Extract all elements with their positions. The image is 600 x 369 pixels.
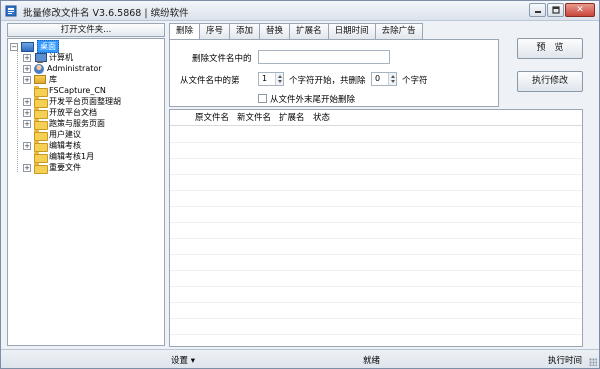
tree-item-desktop[interactable]: − 桌面: [10, 40, 59, 53]
table-header: 原文件名 新文件名 扩展名 状态: [170, 110, 582, 126]
tree-item-editor-review-jan[interactable]: 编辑考核1月: [34, 151, 95, 163]
tree-item-label: 编辑考核1月: [49, 152, 95, 161]
tab-remove-ads[interactable]: 去除广告: [374, 23, 423, 39]
resize-grip-icon[interactable]: [589, 358, 597, 366]
tree-item-administrator[interactable]: + Administrator: [23, 63, 102, 74]
expand-icon[interactable]: +: [23, 53, 31, 62]
user-icon: [34, 63, 44, 74]
open-folder-button[interactable]: 打开文件夹...: [7, 23, 165, 37]
tree-item-label: 用户建议: [49, 130, 81, 139]
folder-icon: [34, 141, 48, 152]
tree-item-policy-pages[interactable]: + 跑策与服务页面: [23, 118, 105, 130]
from-end-checkbox-label[interactable]: 从文件外末尾开始删除: [270, 93, 355, 105]
tab-add[interactable]: 添加: [229, 23, 261, 39]
expand-icon[interactable]: +: [23, 64, 31, 73]
from-position-label: 从文件名中的第: [180, 76, 240, 86]
folder-tree[interactable]: − 桌面 + 计算机 + Administrator + 库 FSCapture…: [7, 38, 165, 346]
tree-item-label: 库: [49, 75, 57, 84]
exec-time-text: 执行时间: [548, 356, 583, 366]
tree-item-label: Administrator: [47, 64, 102, 73]
tab-extension[interactable]: 扩展名: [289, 23, 329, 39]
settings-menu[interactable]: 设置 ▾: [171, 354, 195, 366]
close-button[interactable]: ✕: [565, 3, 595, 17]
maximize-icon: [551, 6, 560, 14]
tab-delete[interactable]: 删除: [169, 23, 201, 40]
tree-item-label: 计算机: [49, 53, 73, 62]
library-icon: [34, 75, 46, 84]
tab-replace[interactable]: 替换: [259, 23, 291, 39]
close-icon: ✕: [576, 4, 584, 15]
column-original-name[interactable]: 原文件名: [192, 110, 234, 126]
status-text: 就绪: [363, 356, 381, 366]
tree-item-library[interactable]: + 库: [23, 74, 57, 85]
expand-icon[interactable]: +: [23, 119, 31, 128]
minimize-button[interactable]: [529, 3, 546, 17]
tab-datetime[interactable]: 日期时间: [327, 23, 376, 39]
stepper-arrows-icon[interactable]: [388, 73, 396, 85]
count-suffix-label: 个字符: [402, 76, 428, 86]
start-position-value: 1: [262, 74, 268, 83]
start-position-stepper[interactable]: 1: [258, 72, 284, 86]
folder-icon: [34, 119, 48, 130]
start-suffix-label: 个字符开始，共删除: [289, 76, 366, 86]
status-bar: 设置 ▾ 就绪 执行时间: [1, 349, 599, 368]
tree-item-editor-review[interactable]: + 编辑考核: [23, 140, 81, 152]
expand-icon[interactable]: +: [23, 141, 31, 150]
app-icon: [5, 5, 17, 17]
tab-sequence[interactable]: 序号: [199, 23, 231, 39]
expand-icon[interactable]: +: [23, 97, 31, 106]
folder-icon: [34, 97, 48, 108]
expand-icon[interactable]: +: [23, 75, 31, 84]
tree-item-label: FSCapture_CN: [49, 86, 106, 95]
tree-item-dev-platform[interactable]: + 开发平台页面整理胡: [23, 96, 121, 108]
app-window: 批量修改文件名 V3.6.5868 | 缤纷软件 ✕ 打开文件夹... − 桌面…: [0, 0, 600, 369]
maximize-button[interactable]: [547, 3, 564, 17]
delete-count-value: 0: [375, 74, 381, 83]
tree-item-label: 开发平台页面整理胡: [49, 97, 121, 106]
tree-item-fscapture[interactable]: FSCapture_CN: [34, 85, 106, 97]
stepper-arrows-icon[interactable]: [275, 73, 283, 85]
tree-item-important-files[interactable]: + 重要文件: [23, 162, 81, 174]
tree-item-label: 编辑考核: [49, 141, 81, 150]
tree-item-computer[interactable]: + 计算机: [23, 52, 73, 63]
row-indicator-column: [170, 110, 192, 126]
tab-strip: 删除 序号 添加 替换 扩展名 日期时间 去除广告: [169, 23, 423, 40]
expand-icon[interactable]: +: [23, 108, 31, 117]
folder-icon: [34, 152, 48, 163]
file-list-table[interactable]: 原文件名 新文件名 扩展名 状态: [169, 109, 583, 347]
folder-icon: [34, 86, 48, 97]
column-status[interactable]: 状态: [310, 110, 350, 126]
tree-item-label: 重要文件: [49, 163, 81, 172]
collapse-icon[interactable]: −: [10, 42, 18, 51]
title-bar[interactable]: 批量修改文件名 V3.6.5868 | 缤纷软件 ✕: [1, 1, 599, 21]
minimize-icon: [534, 11, 541, 13]
tree-item-user-suggestions[interactable]: 用户建议: [34, 129, 81, 141]
delete-tab-panel: 删除文件名中的 从文件名中的第 1 个字符开始，共删除 0 个字符 从文件外末尾…: [169, 39, 499, 107]
window-title: 批量修改文件名 V3.6.5868 | 缤纷软件: [23, 8, 189, 19]
from-end-checkbox[interactable]: [258, 94, 267, 103]
computer-icon: [34, 52, 47, 63]
desktop-icon: [21, 41, 34, 52]
preview-button[interactable]: 预 览: [517, 38, 583, 59]
expand-icon[interactable]: +: [23, 163, 31, 172]
column-extension[interactable]: 扩展名: [276, 110, 310, 126]
delete-count-stepper[interactable]: 0: [371, 72, 397, 86]
folder-icon: [34, 108, 48, 119]
folder-icon: [34, 163, 48, 174]
delete-in-name-label: 删除文件名中的: [192, 54, 252, 64]
execute-button[interactable]: 执行修改: [517, 71, 583, 92]
tree-item-label: 开放平台文档: [49, 108, 97, 117]
tree-item-label: 跑策与服务页面: [49, 119, 105, 128]
folder-icon: [34, 130, 48, 141]
delete-text-input[interactable]: [258, 50, 390, 64]
tree-item-open-platform-docs[interactable]: + 开放平台文档: [23, 107, 97, 119]
column-new-name[interactable]: 新文件名: [234, 110, 276, 126]
